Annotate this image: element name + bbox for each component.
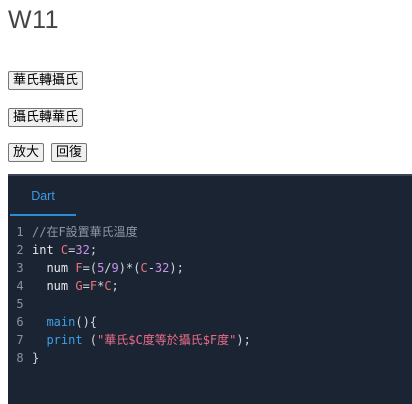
number-literal: 32 — [154, 261, 170, 275]
variable: C — [104, 279, 112, 293]
code-line-4: 4 num G=F*C; — [8, 277, 412, 295]
operator: = — [82, 279, 90, 293]
punctuation: ); — [236, 333, 251, 347]
zoom-in-button[interactable]: 放大 — [8, 143, 45, 162]
string-literal: "華氏$C度等於攝氏$F度" — [97, 333, 237, 347]
type-keyword: int — [32, 243, 54, 257]
code-line-7: 7 print ("華氏$C度等於攝氏$F度"); — [8, 331, 412, 349]
number-literal: 9 — [111, 261, 119, 275]
code-line-5: 5 — [8, 295, 412, 313]
punctuation: (){ — [75, 315, 98, 329]
editor-tab-bar: Dart — [8, 176, 412, 216]
number-literal: 32 — [75, 243, 90, 257]
code-block: 1//在F設置華氏溫度 2 int C=32; 3 num F=(5/9)*(C-… — [8, 223, 412, 367]
line-number: 2 — [16, 243, 24, 257]
operator: =( — [82, 261, 98, 275]
function-name: main — [46, 315, 76, 329]
variable: G — [75, 279, 83, 293]
operator: / — [104, 261, 112, 275]
code-line-3: 3 num F=(5/9)*(C-32); — [8, 259, 412, 277]
fahrenheit-to-celsius-button[interactable]: 華氏轉攝氏 — [8, 71, 84, 90]
punctuation: ; — [89, 243, 98, 257]
punctuation: ; — [111, 279, 119, 293]
punctuation: ); — [169, 261, 184, 275]
code-line-6: 6 main(){ — [8, 313, 412, 331]
line-number: 8 — [16, 351, 24, 365]
code-line-8: 8} — [8, 349, 412, 367]
function-name: print — [46, 333, 83, 347]
code-comment: //在F設置華氏溫度 — [32, 225, 138, 239]
line-number: 7 — [16, 333, 24, 347]
code-line-2: 2 int C=32; — [8, 241, 412, 259]
code-line-1: 1 //在F設置華氏溫度 — [8, 223, 412, 241]
operator: - — [147, 261, 155, 275]
closing-brace: } — [32, 351, 40, 365]
punctuation: ( — [82, 333, 98, 347]
type-keyword: num — [46, 279, 69, 293]
page-title: W11 — [8, 6, 60, 34]
code-editor: Dart 1//在F設置華氏溫度 2 int C=32; 3 num F=(5/9… — [8, 174, 412, 404]
reset-button[interactable]: 回復 — [51, 143, 88, 162]
line-number: 1 — [16, 225, 24, 239]
line-number: 4 — [16, 279, 24, 293]
variable: F — [75, 261, 83, 275]
line-number: 3 — [16, 261, 24, 275]
variable: F — [89, 279, 98, 293]
operator: )*( — [118, 261, 141, 275]
type-keyword: num — [46, 261, 69, 275]
celsius-to-fahrenheit-button[interactable]: 攝氏轉華氏 — [8, 108, 84, 127]
tab-dart[interactable]: Dart — [10, 176, 76, 216]
line-number: 5 — [16, 297, 24, 311]
variable: C — [140, 261, 148, 275]
line-number: 6 — [16, 315, 24, 329]
